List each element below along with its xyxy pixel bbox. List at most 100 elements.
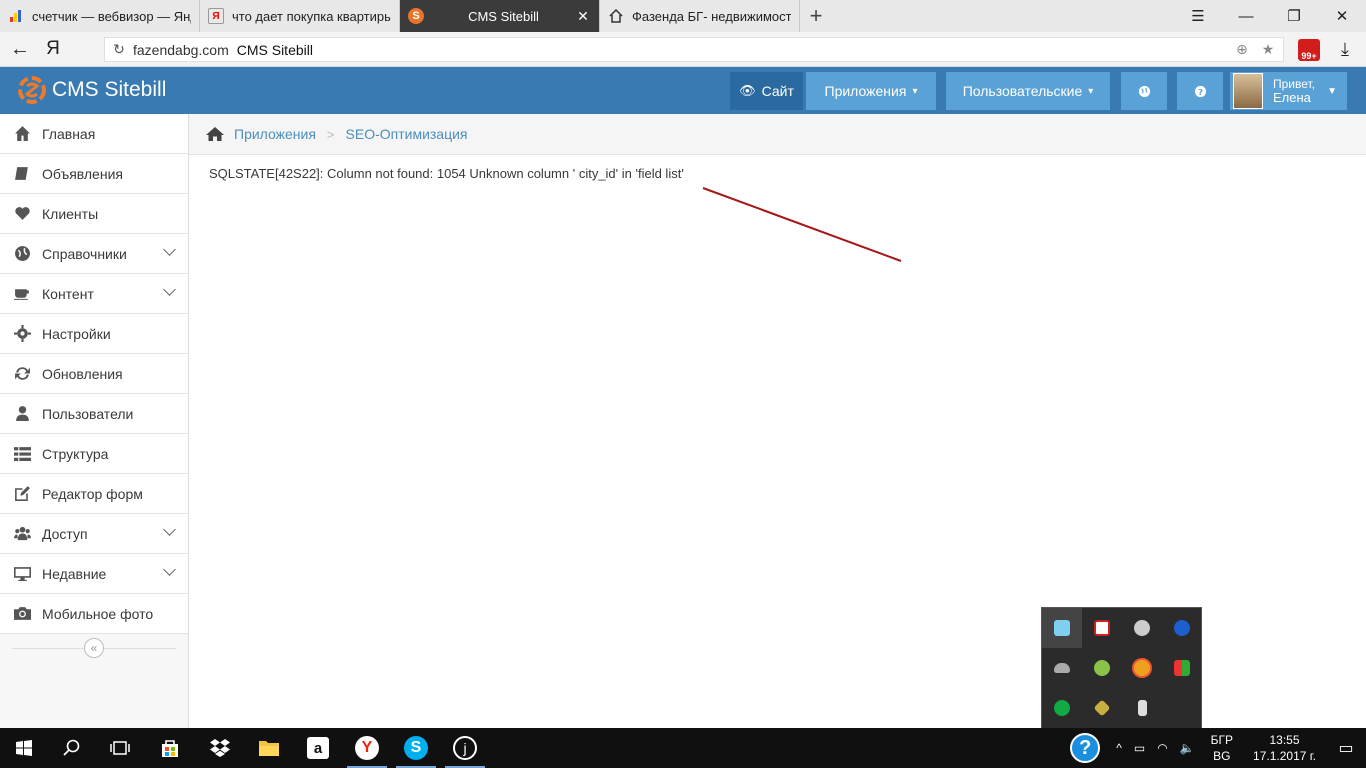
browser-tab-strip: счетчик — вебвизор — Янд Я что дает поку… bbox=[0, 0, 1366, 32]
start-button[interactable] bbox=[0, 728, 48, 768]
greeting: Привет, bbox=[1273, 77, 1316, 91]
tray-speaker-muted-icon[interactable] bbox=[1122, 608, 1162, 648]
url-field[interactable]: ↻ fazendabg.com CMS Sitebill ⊕ ★ bbox=[104, 37, 1284, 62]
taskbar-skype[interactable]: S bbox=[392, 728, 440, 768]
help-button[interactable]: ? bbox=[1177, 72, 1223, 110]
notifications-icon[interactable]: ▭ bbox=[1326, 738, 1366, 758]
language-indicator[interactable]: БГР BG bbox=[1211, 732, 1233, 764]
sidebar-item-label: Мобильное фото bbox=[42, 605, 154, 622]
tray-blocks-icon[interactable] bbox=[1162, 648, 1202, 688]
custom-dropdown[interactable]: Пользовательские ▾ bbox=[946, 72, 1110, 110]
breadcrumb-link-apps[interactable]: Приложения bbox=[234, 126, 316, 142]
extension-button[interactable]: 99+ bbox=[1298, 39, 1320, 61]
sidebar-item-updates[interactable]: Обновления bbox=[0, 354, 188, 394]
sidebar-item-structure[interactable]: Структура bbox=[0, 434, 188, 474]
cms-header: CMS Sitebill 👁 Сайт Приложения ▾ Пользов… bbox=[0, 67, 1366, 114]
chevron-down-icon: ▼ bbox=[1327, 86, 1337, 97]
tab-title: счетчик — вебвизор — Янд bbox=[32, 8, 191, 24]
sidebar-item-label: Доступ bbox=[42, 525, 88, 542]
browser-tab-1[interactable]: счетчик — вебвизор — Янд bbox=[0, 0, 200, 32]
user-menu[interactable]: Привет, Елена ▼ bbox=[1230, 72, 1347, 110]
sidebar-item-users[interactable]: Пользователи bbox=[0, 394, 188, 434]
list-icon bbox=[12, 445, 32, 463]
close-window-icon[interactable]: ✕ bbox=[1318, 0, 1366, 32]
browser-tab-2[interactable]: Я что дает покупка квартиры bbox=[200, 0, 400, 32]
clock-time: 13:55 bbox=[1269, 733, 1300, 747]
sidebar-item-access[interactable]: Доступ bbox=[0, 514, 188, 554]
amazon-icon: a bbox=[307, 737, 329, 759]
sidebar-item-settings[interactable]: Настройки bbox=[0, 314, 188, 354]
sidebar-item-label: Настройки bbox=[42, 325, 111, 342]
taskbar-yandex-browser[interactable]: Y bbox=[343, 728, 391, 768]
search-button[interactable] bbox=[48, 728, 96, 768]
search-icon bbox=[63, 739, 80, 756]
sidebar-item-content[interactable]: Контент bbox=[0, 274, 188, 314]
tray-app-icon[interactable] bbox=[1042, 608, 1082, 648]
tray-leaf-icon[interactable] bbox=[1082, 648, 1122, 688]
menu-icon[interactable]: ☰ bbox=[1174, 0, 1222, 32]
collapse-sidebar-button[interactable]: « bbox=[84, 638, 104, 658]
sidebar-item-clients[interactable]: Клиенты bbox=[0, 194, 188, 234]
usb-icon[interactable] bbox=[1122, 688, 1162, 728]
globe-icon[interactable]: ⊕ bbox=[1233, 40, 1251, 58]
battery-icon[interactable]: ▭ bbox=[1134, 741, 1145, 755]
sidebar-item-listings[interactable]: Объявления bbox=[0, 154, 188, 194]
tray-green-leaf-icon[interactable] bbox=[1042, 688, 1082, 728]
bluetooth-icon[interactable] bbox=[1162, 608, 1202, 648]
sidebar-item-form-editor[interactable]: Редактор форм bbox=[0, 474, 188, 514]
sidebar-item-mobile-photo[interactable]: Мобильное фото bbox=[0, 594, 188, 634]
tray-tool-icon[interactable] bbox=[1082, 688, 1122, 728]
tray-shield-icon[interactable] bbox=[1082, 608, 1122, 648]
sidebar-item-home[interactable]: Главная bbox=[0, 114, 188, 154]
download-button[interactable]: ⤓ bbox=[1332, 36, 1358, 62]
site-button[interactable]: 👁 Сайт bbox=[730, 72, 803, 110]
flower-icon[interactable] bbox=[1122, 648, 1162, 688]
cloud-icon[interactable] bbox=[1042, 648, 1082, 688]
sitebill-logo-icon bbox=[18, 76, 46, 104]
globe-button[interactable] bbox=[1121, 72, 1167, 110]
close-icon[interactable]: ✕ bbox=[575, 8, 591, 25]
apps-dropdown[interactable]: Приложения ▾ bbox=[806, 72, 936, 110]
taskbar-app-j[interactable]: j bbox=[441, 728, 489, 768]
globe-icon bbox=[12, 245, 32, 263]
breadcrumb-link-seo[interactable]: SEO-Оптимизация bbox=[346, 126, 468, 142]
sidebar-item-label: Главная bbox=[42, 125, 96, 142]
taskbar-dropbox[interactable] bbox=[196, 728, 244, 768]
taskbar-amazon[interactable]: a bbox=[294, 728, 342, 768]
coffee-icon bbox=[12, 285, 32, 303]
restore-icon[interactable]: ❐ bbox=[1270, 0, 1318, 32]
taskbar-store[interactable] bbox=[146, 728, 194, 768]
error-message: SQLSTATE[42S22]: Column not found: 1054 … bbox=[209, 166, 684, 181]
sidebar-item-label: Пользователи bbox=[42, 405, 134, 422]
taskbar: a Y S j ? ^ ▭ ◠ 🔈 БГР BG 13:55 17.1.2017… bbox=[0, 728, 1366, 768]
sidebar-item-references[interactable]: Справочники bbox=[0, 234, 188, 274]
browser-tab-3[interactable]: S CMS Sitebill ✕ bbox=[400, 0, 600, 32]
new-tab-button[interactable]: + bbox=[800, 0, 832, 32]
reload-icon[interactable]: ↻ bbox=[105, 41, 133, 58]
tab-title: Фазенда БГ- недвижимость bbox=[632, 8, 791, 24]
wifi-icon[interactable]: ◠ bbox=[1157, 741, 1167, 755]
yandex-browser-icon: Y bbox=[355, 736, 379, 760]
gear-icon bbox=[12, 325, 32, 343]
user-name: Елена bbox=[1273, 90, 1311, 105]
chevron-up-icon[interactable]: ^ bbox=[1116, 741, 1122, 755]
back-button[interactable]: ← bbox=[0, 32, 40, 67]
browser-tab-4[interactable]: Фазенда БГ- недвижимость bbox=[600, 0, 800, 32]
chevron-down-icon: ▾ bbox=[912, 85, 918, 97]
annotation-line bbox=[702, 187, 902, 262]
volume-icon[interactable]: 🔈 bbox=[1180, 741, 1195, 755]
clock[interactable]: 13:55 17.1.2017 г. bbox=[1253, 732, 1316, 764]
task-view-button[interactable] bbox=[96, 728, 144, 768]
help-icon[interactable]: ? bbox=[1070, 733, 1101, 763]
star-icon[interactable]: ★ bbox=[1259, 40, 1277, 58]
sidebar-item-recent[interactable]: Недавние bbox=[0, 554, 188, 594]
minimize-icon[interactable]: — bbox=[1222, 0, 1270, 32]
taskbar-file-explorer[interactable] bbox=[245, 728, 293, 768]
home-icon bbox=[12, 125, 32, 143]
yandex-logo[interactable]: Я bbox=[40, 38, 66, 60]
cms-logo[interactable]: CMS Sitebill bbox=[18, 76, 166, 104]
store-icon bbox=[162, 740, 178, 757]
home-icon[interactable] bbox=[206, 126, 224, 142]
svg-text:?: ? bbox=[1198, 86, 1203, 96]
desktop-icon bbox=[12, 565, 32, 583]
